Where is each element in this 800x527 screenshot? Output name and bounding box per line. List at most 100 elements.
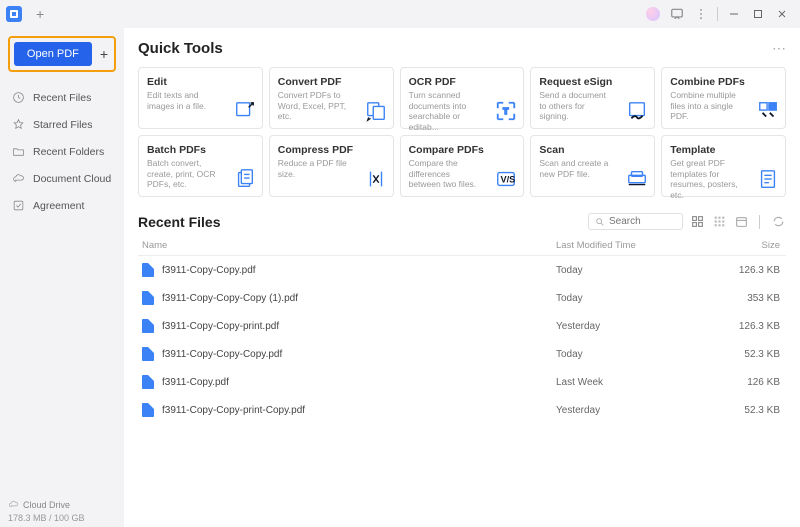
- star-icon: [12, 118, 25, 131]
- tool-desc: Scan and create a new PDF file.: [539, 158, 609, 179]
- tool-title: Template: [670, 144, 777, 156]
- tool-card-edit[interactable]: EditEdit texts and images in a file.: [138, 67, 263, 129]
- file-name: f3911-Copy-Copy-Copy (1).pdf: [162, 293, 298, 304]
- file-modified: Yesterday: [556, 405, 726, 416]
- main-panel: Quick Tools ⋯ EditEdit texts and images …: [124, 28, 800, 527]
- tool-card-template[interactable]: TemplateGet great PDF templates for resu…: [661, 135, 786, 197]
- cloud-drive-link[interactable]: Cloud Drive: [8, 496, 116, 513]
- recent-files-title: Recent Files: [138, 214, 220, 230]
- file-size: 126.3 KB: [726, 321, 786, 332]
- file-modified: Today: [556, 293, 726, 304]
- file-row[interactable]: f3911-Copy-Copy-print-Copy.pdf Yesterday5…: [138, 396, 786, 424]
- sidebar-item-label: Document Cloud: [33, 173, 111, 185]
- close-button[interactable]: [770, 2, 794, 26]
- col-name: Name: [138, 240, 556, 251]
- search-input[interactable]: [609, 216, 669, 227]
- sidebar-item-label: Starred Files: [33, 119, 93, 131]
- table-header: Name Last Modified Time Size: [138, 236, 786, 256]
- col-modified: Last Modified Time: [556, 240, 726, 251]
- tool-desc: Convert PDFs to Word, Excel, PPT, etc.: [278, 90, 348, 122]
- file-row[interactable]: f3911-Copy-Copy.pdfToday126.3 KB: [138, 256, 786, 284]
- sidebar-item-label: Recent Folders: [33, 146, 104, 158]
- view-grid-large-icon[interactable]: [689, 214, 705, 230]
- pdf-icon: [142, 403, 154, 417]
- sidebar-item-agreement[interactable]: Agreement: [8, 194, 116, 217]
- tool-card-ocr-pdf[interactable]: OCR PDFTurn scanned documents into searc…: [400, 67, 525, 129]
- view-grid-small-icon[interactable]: [711, 214, 727, 230]
- file-size: 126.3 KB: [726, 265, 786, 276]
- file-row[interactable]: f3911-Copy.pdf Last Week126 KB: [138, 368, 786, 396]
- sidebar-item-starred-files[interactable]: Starred Files: [8, 113, 116, 136]
- tool-card-scan[interactable]: Scan Scan and create a new PDF file.: [530, 135, 655, 197]
- tool-desc: Send a document to others for signing.: [539, 90, 609, 122]
- sidebar: Open PDF + Recent Files Starred Files Re…: [0, 28, 124, 527]
- file-name: f3911-Copy-Copy-print.pdf: [162, 321, 279, 332]
- search-box[interactable]: [588, 213, 683, 230]
- pdf-icon: [142, 347, 154, 361]
- sidebar-item-document-cloud[interactable]: Document Cloud: [8, 167, 116, 190]
- tool-card-convert-pdf[interactable]: Convert PDFConvert PDFs to Word, Excel, …: [269, 67, 394, 129]
- tool-desc: Reduce a PDF file size.: [278, 158, 348, 179]
- quick-tools-title: Quick Tools: [138, 40, 223, 57]
- file-size: 126 KB: [726, 377, 786, 388]
- minimize-button[interactable]: [722, 2, 746, 26]
- sidebar-item-recent-files[interactable]: Recent Files: [8, 86, 116, 109]
- titlebar: +: [0, 0, 800, 28]
- tool-card-batch-pdfs[interactable]: Batch PDFs Batch convert, create, print, …: [138, 135, 263, 197]
- file-modified: Last Week: [556, 377, 726, 388]
- col-size: Size: [726, 240, 786, 251]
- tool-card-request-esign[interactable]: Request eSign Send a document to others f…: [530, 67, 655, 129]
- tool-card-combine-pdfs[interactable]: Combine PDFsCombine multiple files into …: [661, 67, 786, 129]
- file-row[interactable]: f3911-Copy-Copy-print.pdfYesterday126.3 …: [138, 312, 786, 340]
- tool-title: Compare PDFs: [409, 144, 516, 156]
- open-pdf-highlight: Open PDF +: [8, 36, 116, 72]
- tool-title: Batch PDFs: [147, 144, 254, 156]
- calendar-icon[interactable]: [733, 214, 749, 230]
- tool-icon: [365, 168, 387, 190]
- cloud-icon: [8, 499, 19, 510]
- pdf-icon: [142, 263, 154, 277]
- tool-icon: V/S: [495, 168, 517, 190]
- sidebar-footer: Cloud Drive 178.3 MB / 100 GB: [8, 496, 116, 523]
- tool-icon: [234, 100, 256, 122]
- refresh-icon[interactable]: [770, 214, 786, 230]
- tool-icon: T: [495, 100, 517, 122]
- divider: [717, 7, 718, 21]
- theme-icon[interactable]: [641, 2, 665, 26]
- tool-icon: [757, 100, 779, 122]
- sidebar-item-label: Recent Files: [33, 92, 91, 104]
- cloud-icon: [12, 172, 25, 185]
- file-name: f3911-Copy-Copy-print-Copy.pdf: [162, 405, 305, 416]
- tool-desc: Batch convert, create, print, OCR PDFs, …: [147, 158, 217, 190]
- tool-card-compress-pdf[interactable]: Compress PDFReduce a PDF file size.: [269, 135, 394, 197]
- file-row[interactable]: f3911-Copy-Copy-Copy.pdfToday52.3 KB: [138, 340, 786, 368]
- tool-desc: Edit texts and images in a file.: [147, 90, 217, 111]
- file-size: 52.3 KB: [726, 349, 786, 360]
- quick-tools-more-icon[interactable]: ⋯: [772, 40, 786, 57]
- tool-desc: Get great PDF templates for resumes, pos…: [670, 158, 740, 201]
- open-pdf-button[interactable]: Open PDF: [14, 42, 92, 66]
- maximize-button[interactable]: [746, 2, 770, 26]
- file-list: f3911-Copy-Copy.pdfToday126.3 KBf3911-Co…: [138, 256, 786, 424]
- feedback-icon[interactable]: [665, 2, 689, 26]
- clock-icon: [12, 91, 25, 104]
- tool-grid: EditEdit texts and images in a file.Conv…: [138, 67, 786, 197]
- file-name: f3911-Copy.pdf: [162, 377, 229, 388]
- kebab-menu-icon[interactable]: [689, 2, 713, 26]
- open-plus-button[interactable]: +: [98, 46, 110, 62]
- file-name: f3911-Copy-Copy-Copy.pdf: [162, 349, 282, 360]
- file-name: f3911-Copy-Copy.pdf: [162, 265, 256, 276]
- pdf-icon: [142, 375, 154, 389]
- folder-icon: [12, 145, 25, 158]
- file-size: 52.3 KB: [726, 405, 786, 416]
- svg-text:T: T: [504, 107, 509, 116]
- sidebar-item-label: Agreement: [33, 200, 84, 212]
- tool-card-compare-pdfs[interactable]: Compare PDFsCompare the differences betw…: [400, 135, 525, 197]
- svg-text:V/S: V/S: [501, 175, 516, 185]
- tool-title: Request eSign: [539, 76, 646, 88]
- new-tab-button[interactable]: +: [36, 6, 44, 22]
- sidebar-item-recent-folders[interactable]: Recent Folders: [8, 140, 116, 163]
- file-row[interactable]: f3911-Copy-Copy-Copy (1).pdfToday353 KB: [138, 284, 786, 312]
- check-icon: [12, 199, 25, 212]
- tool-title: Scan: [539, 144, 646, 156]
